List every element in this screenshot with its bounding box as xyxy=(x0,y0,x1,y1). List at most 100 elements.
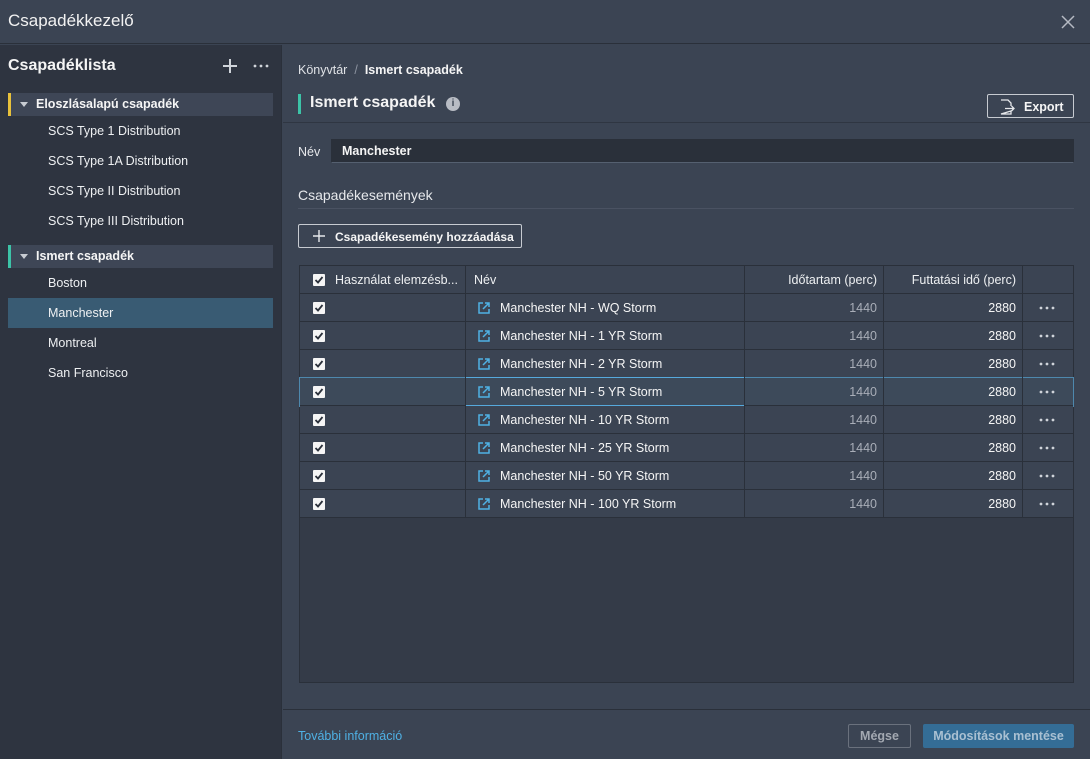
name-field[interactable]: Manchester xyxy=(331,139,1074,163)
external-link-icon[interactable] xyxy=(478,498,490,510)
column-divider xyxy=(744,266,745,518)
sidebar-item[interactable]: SCS Type 1 Distribution xyxy=(8,116,273,146)
add-event-button[interactable]: Csapadékesemény hozzáadása xyxy=(298,224,522,248)
external-link-icon[interactable] xyxy=(478,442,490,454)
breadcrumb-separator: / xyxy=(354,63,358,77)
table-row[interactable]: Manchester NH - 100 YR Storm 1440 2880 xyxy=(300,490,1073,518)
header-use[interactable]: Használat elemzésb... xyxy=(335,273,458,287)
use-in-analysis-checkbox[interactable] xyxy=(313,442,325,454)
check-icon xyxy=(314,388,324,396)
header-duration[interactable]: Időtartam (perc) xyxy=(788,273,877,287)
table-row[interactable]: Manchester NH - 25 YR Storm 1440 2880 xyxy=(300,434,1073,462)
heading-accent xyxy=(298,94,301,114)
event-duration: 1440 xyxy=(849,329,877,343)
sidebar-item[interactable]: Manchester xyxy=(8,298,273,328)
sidebar-item[interactable]: Boston xyxy=(8,268,273,298)
event-name[interactable]: Manchester NH - 100 YR Storm xyxy=(500,497,676,511)
sidebar-title: Csapadéklista xyxy=(8,57,116,74)
use-in-analysis-checkbox[interactable] xyxy=(313,498,325,510)
use-in-analysis-checkbox[interactable] xyxy=(313,302,325,314)
sidebar-item-label: SCS Type 1A Distribution xyxy=(48,154,189,168)
close-icon[interactable] xyxy=(1058,12,1078,32)
table-row[interactable]: Manchester NH - 5 YR Storm 1440 2880 xyxy=(299,377,1074,407)
external-link-icon[interactable] xyxy=(478,302,490,314)
header-runtime[interactable]: Futtatási idő (perc) xyxy=(912,273,1016,287)
breadcrumb-root[interactable]: Könyvtár xyxy=(298,63,347,77)
use-in-analysis-checkbox[interactable] xyxy=(313,414,325,426)
event-runtime[interactable]: 2880 xyxy=(988,329,1016,343)
external-link-icon[interactable] xyxy=(478,358,490,370)
event-runtime[interactable]: 2880 xyxy=(988,497,1016,511)
save-button[interactable]: Módosítások mentése xyxy=(923,724,1074,748)
sidebar-group-label: Eloszlásalapú csapadék xyxy=(36,97,180,111)
sidebar-group-label: Ismert csapadék xyxy=(36,249,134,263)
use-in-analysis-checkbox[interactable] xyxy=(313,358,325,370)
event-runtime[interactable]: 2880 xyxy=(988,469,1016,483)
table-row[interactable]: Manchester NH - 10 YR Storm 1440 2880 xyxy=(300,406,1073,434)
table-row[interactable]: Manchester NH - 50 YR Storm 1440 2880 xyxy=(300,462,1073,490)
event-duration: 1440 xyxy=(849,497,877,511)
caret-down-icon[interactable] xyxy=(20,102,28,107)
use-in-analysis-checkbox[interactable] xyxy=(313,330,325,342)
export-button[interactable]: Export xyxy=(987,94,1074,118)
sidebar-group[interactable]: Eloszlásalapú csapadék xyxy=(8,93,273,116)
event-name[interactable]: Manchester NH - 25 YR Storm xyxy=(500,441,669,455)
plus-icon xyxy=(313,230,325,242)
row-more-icon[interactable] xyxy=(1038,386,1056,398)
external-link-icon[interactable] xyxy=(478,470,490,482)
event-duration: 1440 xyxy=(849,441,877,455)
cancel-button[interactable]: Mégse xyxy=(848,724,911,748)
table-row[interactable]: Manchester NH - 1 YR Storm 1440 2880 xyxy=(300,322,1073,350)
event-runtime[interactable]: 2880 xyxy=(988,413,1016,427)
row-more-icon[interactable] xyxy=(1038,498,1056,510)
main-panel: Könyvtár / Ismert csapadék Ismert csapadék… xyxy=(283,45,1090,759)
export-label: Export xyxy=(1024,100,1064,114)
sidebar-item[interactable]: Montreal xyxy=(8,328,273,358)
external-link-icon[interactable] xyxy=(478,414,490,426)
row-more-icon[interactable] xyxy=(1038,358,1056,370)
external-link-icon[interactable] xyxy=(478,330,490,342)
table-header: Használat elemzésb... Név Időtartam (per… xyxy=(300,266,1073,294)
table-row[interactable]: Manchester NH - 2 YR Storm 1440 2880 xyxy=(300,350,1073,378)
use-in-analysis-checkbox[interactable] xyxy=(313,386,325,398)
sidebar-group[interactable]: Ismert csapadék xyxy=(8,245,273,268)
row-more-icon[interactable] xyxy=(1038,470,1056,482)
check-icon xyxy=(314,416,324,424)
sidebar-item[interactable]: SCS Type II Distribution xyxy=(8,176,273,206)
external-link-icon[interactable] xyxy=(478,386,490,398)
footer: További információ Mégse Módosítások men… xyxy=(283,709,1090,759)
more-info-link[interactable]: További információ xyxy=(298,729,402,743)
column-divider xyxy=(465,266,466,518)
event-runtime[interactable]: 2880 xyxy=(988,301,1016,315)
caret-down-icon[interactable] xyxy=(20,254,28,259)
window-title: Csapadékkezelő xyxy=(8,11,134,30)
table-row[interactable]: Manchester NH - WQ Storm 1440 2880 xyxy=(300,294,1073,322)
more-options-icon[interactable] xyxy=(252,58,270,74)
add-icon[interactable] xyxy=(222,58,238,74)
row-more-icon[interactable] xyxy=(1038,330,1056,342)
event-name[interactable]: Manchester NH - 5 YR Storm xyxy=(500,385,662,399)
event-runtime[interactable]: 2880 xyxy=(988,357,1016,371)
row-more-icon[interactable] xyxy=(1038,414,1056,426)
header-name[interactable]: Név xyxy=(474,273,496,287)
sidebar-item[interactable]: SCS Type III Distribution xyxy=(8,206,273,236)
sidebar-item[interactable]: San Francisco xyxy=(8,358,273,388)
event-name[interactable]: Manchester NH - 1 YR Storm xyxy=(500,329,662,343)
sidebar-item-label: Montreal xyxy=(48,336,97,350)
row-more-icon[interactable] xyxy=(1038,302,1056,314)
event-name[interactable]: Manchester NH - 2 YR Storm xyxy=(500,357,662,371)
page-title: Ismert csapadék xyxy=(310,94,436,111)
event-name[interactable]: Manchester NH - 10 YR Storm xyxy=(500,413,669,427)
event-runtime[interactable]: 2880 xyxy=(988,385,1016,399)
sidebar-item-label: San Francisco xyxy=(48,366,128,380)
select-all-checkbox[interactable] xyxy=(313,274,325,286)
info-icon[interactable]: i xyxy=(446,97,460,111)
use-in-analysis-checkbox[interactable] xyxy=(313,470,325,482)
event-runtime[interactable]: 2880 xyxy=(988,441,1016,455)
event-name[interactable]: Manchester NH - 50 YR Storm xyxy=(500,469,669,483)
row-more-icon[interactable] xyxy=(1038,442,1056,454)
group-color-bar xyxy=(8,93,11,116)
event-name[interactable]: Manchester NH - WQ Storm xyxy=(500,301,656,315)
sidebar-item[interactable]: SCS Type 1A Distribution xyxy=(8,146,273,176)
events-table: Használat elemzésb... Név Időtartam (per… xyxy=(299,265,1074,683)
